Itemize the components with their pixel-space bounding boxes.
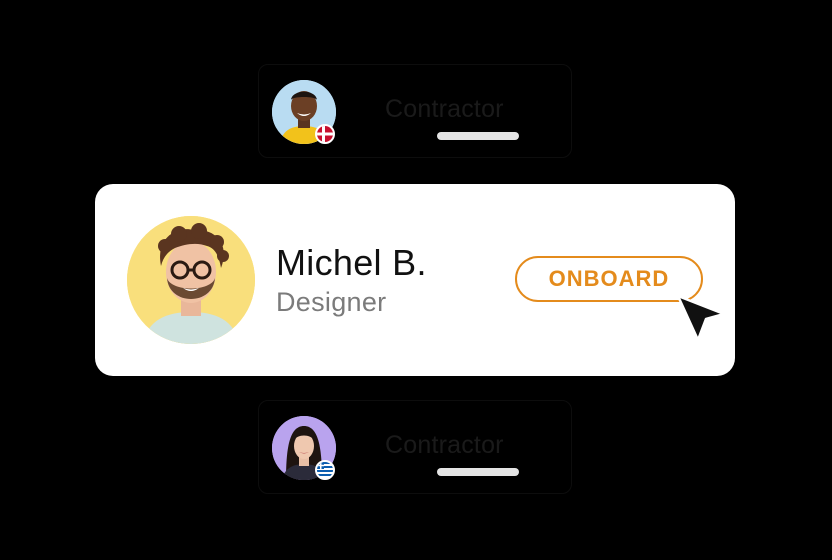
mouse-pointer-icon	[676, 294, 726, 342]
placeholder-bar	[437, 468, 519, 476]
employee-role: Designer	[276, 287, 387, 317]
denmark-flag-icon	[315, 124, 335, 144]
onboard-button[interactable]: ONBOARD	[515, 256, 703, 302]
contractor-label: Contractor	[385, 431, 504, 459]
avatar	[127, 216, 255, 344]
greece-flag-icon	[315, 460, 335, 480]
placeholder-bar	[437, 132, 519, 140]
onboarding-stage: Contractor Michel B. Designer ONBOARD Co…	[0, 0, 832, 560]
employee-card[interactable]: Michel B. Designer ONBOARD	[95, 184, 735, 376]
person-portrait-icon	[127, 216, 255, 344]
employee-name: Michel B.	[276, 242, 427, 283]
contractor-label: Contractor	[385, 95, 504, 123]
contractor-card-bottom[interactable]: Contractor	[258, 400, 572, 494]
contractor-card-top[interactable]: Contractor	[258, 64, 572, 158]
